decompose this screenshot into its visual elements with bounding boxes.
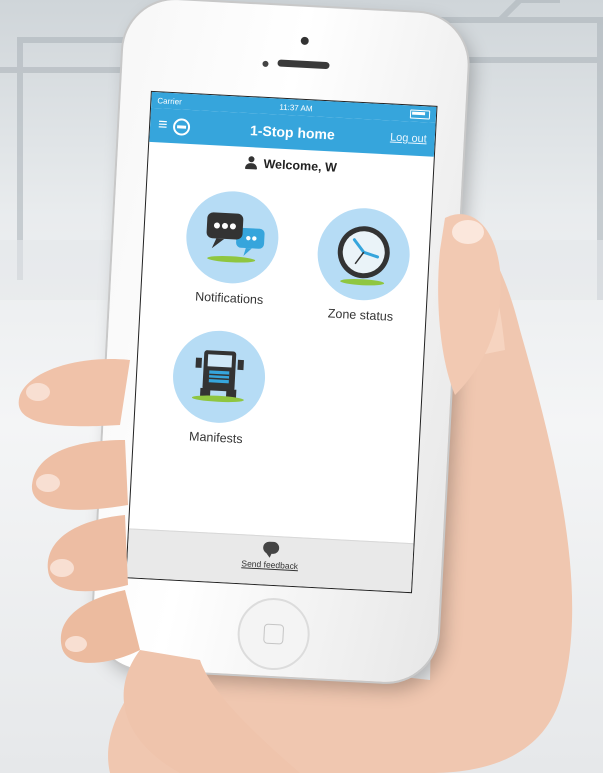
welcome-banner: Welcome, W	[148, 151, 433, 180]
tile-label: Manifests	[188, 429, 243, 447]
tile-label: Notifications	[194, 289, 264, 308]
app-screen: Carrier 11:37 AM ≡ 1-Stop home Log out W…	[125, 90, 438, 594]
hamburger-menu-icon[interactable]: ≡	[158, 116, 168, 133]
battery-icon	[409, 108, 431, 120]
status-time: 11:37 AM	[279, 102, 313, 113]
welcome-text: Welcome, W	[263, 156, 338, 175]
iphone-device: Carrier 11:37 AM ≡ 1-Stop home Log out W…	[90, 0, 471, 685]
tile-label: Zone status	[327, 306, 394, 324]
app-logo-icon	[172, 117, 191, 136]
truck-icon	[191, 350, 244, 403]
user-icon	[244, 156, 259, 171]
tile-notifications[interactable]: Notifications	[169, 188, 295, 308]
tile-manifests[interactable]: Manifests	[156, 328, 282, 448]
carrier-label: Carrier	[157, 95, 183, 107]
speech-bubble-icon	[262, 541, 279, 555]
chat-bubbles-icon	[206, 212, 265, 263]
logout-link[interactable]: Log out	[390, 131, 427, 145]
zone-status-circle	[315, 205, 412, 303]
tile-zone-status[interactable]: Zone status	[300, 205, 426, 325]
clock-icon	[337, 226, 390, 286]
manifests-circle	[170, 328, 268, 426]
home-square-icon	[263, 623, 285, 645]
notifications-circle	[184, 188, 281, 286]
